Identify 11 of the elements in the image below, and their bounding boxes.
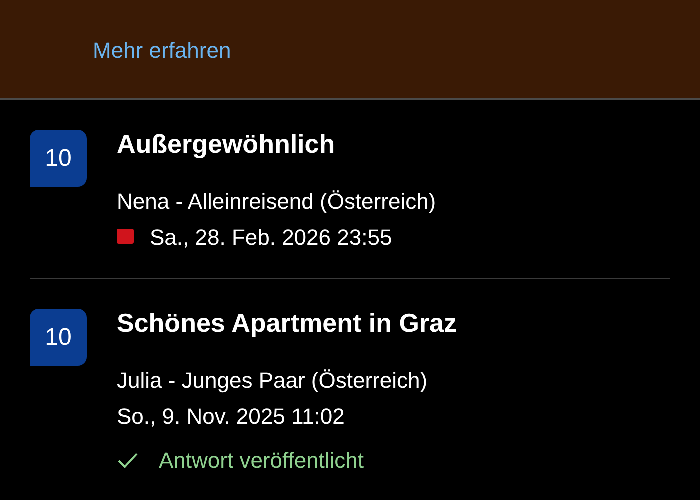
response-status: Antwort veröffentlicht bbox=[159, 447, 364, 475]
score-badge: 10 bbox=[30, 309, 87, 366]
review-date: So., 9. Nov. 2025 11:02 bbox=[117, 403, 345, 431]
guest-info: Julia - Junges Paar (Österreich) bbox=[117, 367, 429, 395]
score-badge: 10 bbox=[30, 130, 87, 187]
review-date: Sa., 28. Feb. 2026 23:55 bbox=[150, 224, 392, 252]
learn-more-link[interactable]: Mehr erfahren bbox=[93, 38, 232, 63]
check-icon bbox=[117, 452, 139, 470]
review-title: Schönes Apartment in Graz bbox=[117, 307, 457, 340]
guest-info: Nena - Alleinreisend (Österreich) bbox=[117, 188, 436, 216]
review-title: Außergewöhnlich bbox=[117, 128, 336, 161]
